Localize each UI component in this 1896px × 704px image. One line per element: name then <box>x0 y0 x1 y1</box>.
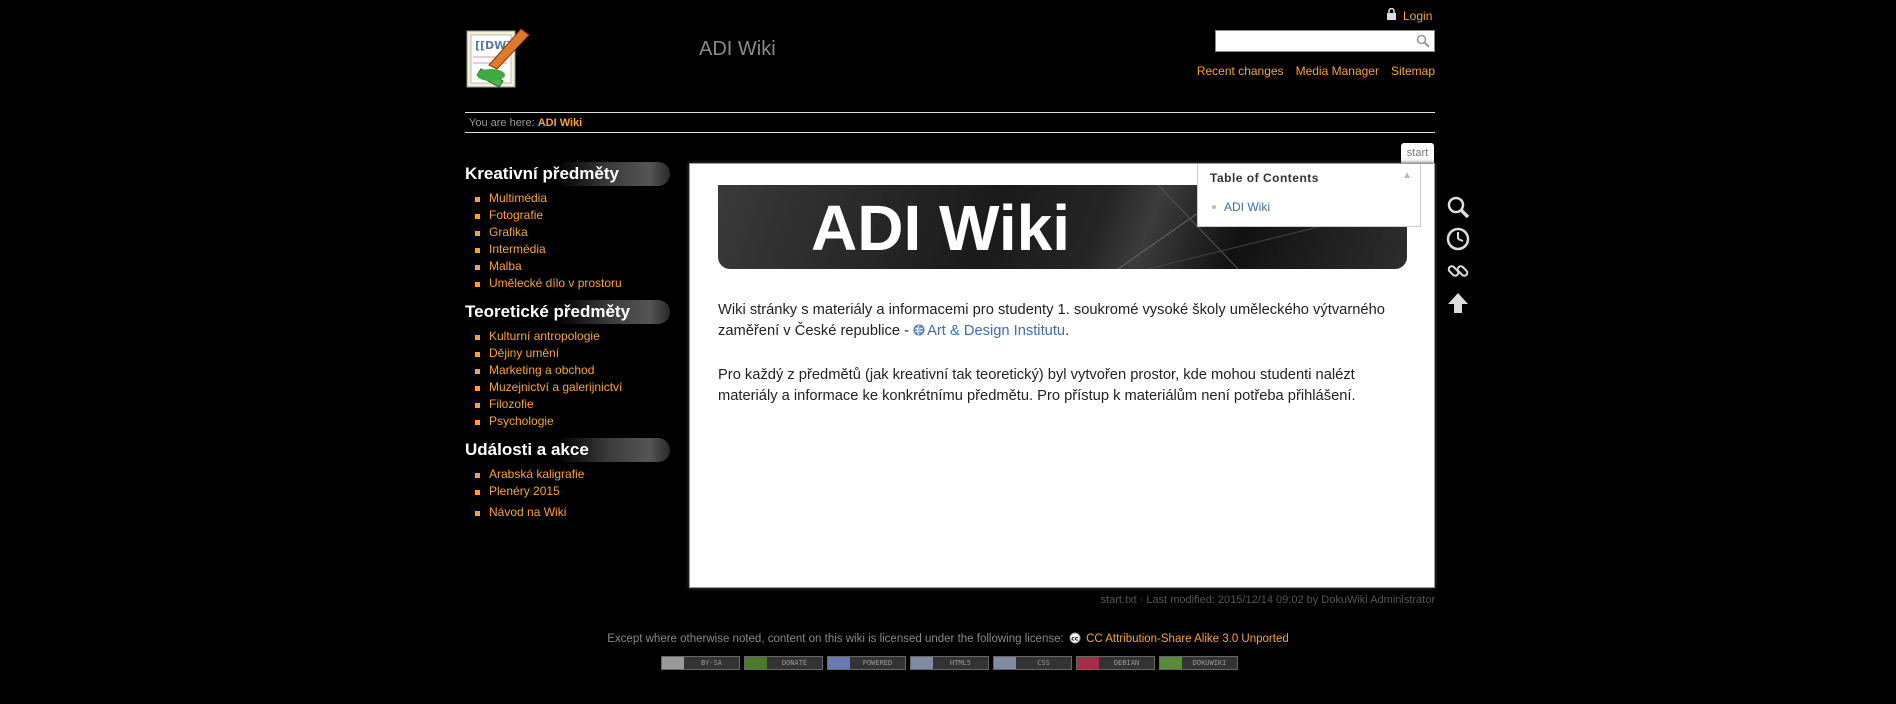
sidebar-item-kulturni-antropologie[interactable]: Kulturní antropologie <box>475 328 670 345</box>
toc-item-adi-wiki[interactable]: ADI Wiki <box>1224 200 1270 214</box>
badge-donate[interactable]: DONATE <box>744 656 823 670</box>
toc-title[interactable]: Table of Contents <box>1210 171 1319 185</box>
second-paragraph: Pro každý z předmětů (jak kreativní tak … <box>718 367 1356 404</box>
page-tools <box>1446 195 1470 323</box>
sidebar-item-intermedia[interactable]: Intermédia <box>475 241 670 258</box>
intro-end: . <box>1065 323 1070 339</box>
badge-w3c-html5[interactable]: HTML5 <box>910 656 989 670</box>
search-box[interactable] <box>1215 30 1435 52</box>
license-text: Except where otherwise noted, content on… <box>607 633 1064 645</box>
old-revisions-clock-icon[interactable] <box>1446 227 1470 251</box>
badge-php-powered[interactable]: POWERED <box>827 656 906 670</box>
intro-paragraph: Wiki stránky s materiály a informacemi p… <box>718 300 1408 343</box>
sidebar-item-umelecke-dilo[interactable]: Umělecké dílo v prostoru <box>475 275 670 292</box>
recent-changes-link[interactable]: Recent changes <box>1197 64 1284 78</box>
sidebar-item-plenery-2015[interactable]: Plenéry 2015 <box>475 483 670 500</box>
breadcrumb-prefix: You are here: <box>469 117 535 129</box>
badge-label: DOKUWIKI <box>1192 659 1227 667</box>
cc-icon: cc <box>1069 632 1081 647</box>
page-content: ADI Wiki Table of Contents ▲ ADI Wiki Wi… <box>689 163 1435 588</box>
sidebar-heading-creative: Kreativní předměty <box>465 162 670 186</box>
sidebar: Kreativní předměty Multimédia Fotografie… <box>465 162 670 529</box>
search-icon[interactable] <box>1416 34 1430 48</box>
sidebar-item-psychologie[interactable]: Psychologie <box>475 413 670 430</box>
toc-collapse-icon[interactable]: ▲ <box>1402 170 1412 181</box>
sidebar-list-theory: Kulturní antropologie Dějiny umění Marke… <box>465 328 670 430</box>
lock-icon <box>1386 7 1397 23</box>
table-of-contents: Table of Contents ▲ ADI Wiki <box>1197 164 1421 227</box>
sidebar-item-dejiny-umeni[interactable]: Dějiny umění <box>475 345 670 362</box>
banner-title: ADI Wiki <box>811 192 1070 264</box>
badge-label: DONATE <box>781 659 808 667</box>
badge-label: DEBIAN <box>1113 659 1140 667</box>
sitemap-link[interactable]: Sitemap <box>1391 64 1435 78</box>
backlinks-chain-icon[interactable] <box>1446 259 1470 283</box>
badge-label: CSS <box>1037 659 1050 667</box>
toc-bullet <box>1212 205 1216 209</box>
site-tools: Recent changes Media Manager Sitemap <box>1197 64 1435 78</box>
badge-label: HTML5 <box>949 659 972 667</box>
site-title[interactable]: ADI Wiki <box>699 38 776 61</box>
media-manager-link[interactable]: Media Manager <box>1296 64 1379 78</box>
page-id-tab: start <box>1401 143 1434 163</box>
svg-text:cc: cc <box>1071 636 1079 643</box>
globe-icon <box>913 322 925 343</box>
sidebar-heading-theory: Teoretické předměty <box>465 300 670 324</box>
sidebar-list-creative: Multimédia Fotografie Grafika Intermédia… <box>465 190 670 292</box>
badge-label: BY-SA <box>700 659 723 667</box>
license-link[interactable]: CC Attribution-Share Alike 3.0 Unported <box>1086 633 1289 645</box>
badge-debian[interactable]: DEBIAN <box>1076 656 1155 670</box>
sidebar-list-events: Arabská kaligrafie Plenéry 2015 <box>465 466 670 500</box>
breadcrumb: You are here: ADI Wiki <box>465 112 1435 133</box>
sidebar-item-multimedia[interactable]: Multimédia <box>475 190 670 207</box>
sidebar-item-grafika[interactable]: Grafika <box>475 224 670 241</box>
badge-dokuwiki[interactable]: DOKUWIKI <box>1159 656 1238 670</box>
sidebar-item-marketing[interactable]: Marketing a obchod <box>475 362 670 379</box>
search-input[interactable] <box>1219 32 1413 52</box>
sidebar-heading-events: Události a akce <box>465 438 670 462</box>
art-design-institute-link[interactable]: Art & Design Institutu <box>927 323 1065 339</box>
document-info: start.txt · Last modified: 2015/12/14 09… <box>1100 594 1435 606</box>
license-notice: Except where otherwise noted, content on… <box>0 632 1896 647</box>
dokuwiki-logo[interactable]: [[DW]] <box>463 23 533 93</box>
login-link[interactable]: Login <box>1386 7 1433 23</box>
sidebar-item-filozofie[interactable]: Filozofie <box>475 396 670 413</box>
breadcrumb-current-link[interactable]: ADI Wiki <box>538 117 583 129</box>
search-tool-icon[interactable] <box>1446 195 1470 219</box>
sidebar-item-fotografie[interactable]: Fotografie <box>475 207 670 224</box>
back-to-top-arrow-icon[interactable] <box>1446 291 1470 315</box>
login-label: Login <box>1403 8 1433 23</box>
sidebar-item-muzejnictvi[interactable]: Muzejnictví a galerijnictví <box>475 379 670 396</box>
badge-label: POWERED <box>862 659 893 667</box>
badge-cc-by-sa[interactable]: BY-SA <box>661 656 740 670</box>
sidebar-list-extra: Návod na Wiki <box>465 504 670 521</box>
badge-w3c-css[interactable]: CSS <box>993 656 1072 670</box>
sidebar-item-malba[interactable]: Malba <box>475 258 670 275</box>
sidebar-item-arabska-kaligrafie[interactable]: Arabská kaligrafie <box>475 466 670 483</box>
sidebar-item-navod[interactable]: Návod na Wiki <box>475 504 670 521</box>
footer-badges: BY-SA DONATE POWERED HTML5 CSS DEBIAN DO… <box>661 656 1238 670</box>
